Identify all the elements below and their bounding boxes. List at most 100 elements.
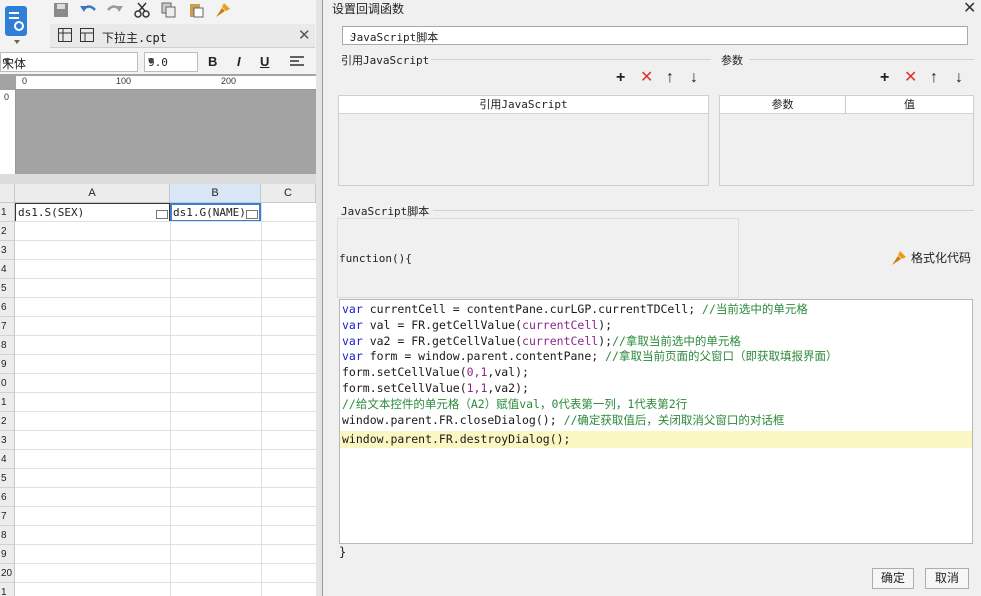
code-editor[interactable]: var currentCell = contentPane.curLGP.cur… [339,299,973,544]
corner-header[interactable] [0,184,15,203]
row-header[interactable]: 5 [0,279,15,298]
spreadsheet-grid[interactable]: A B C ds1.S(SEX) ds1.G(NAME) 12345678901… [0,184,316,596]
grid-report-icon [58,28,72,42]
table-header-value: 值 [846,96,973,114]
grid-line [15,487,316,488]
chevron-down-icon: ⌵ [350,28,357,41]
referenced-js-table[interactable]: 引用JavaScript [338,95,709,186]
row-header[interactable]: 1 [0,393,15,412]
ruler-mark: 200 [221,76,237,86]
callback-function-dialog: 设置回调函数 ✕ JavaScript脚本 ⌵ 引用JavaScript 参数 … [322,0,981,596]
grid-line [15,563,316,564]
row-header[interactable]: 1 [0,203,15,222]
grid-line [15,449,316,450]
copy-icon[interactable] [158,0,180,20]
grid-line [15,240,316,241]
format-toolbar: 宋体 ▼ 9.0 ▼ B I U [0,50,320,74]
column-header-a[interactable]: A [15,184,170,203]
row-header[interactable]: 9 [0,355,15,374]
underline-button[interactable]: U [260,54,269,69]
grid-line [15,411,316,412]
align-left-icon[interactable] [290,56,304,68]
save-icon[interactable] [50,0,72,20]
add-icon[interactable]: + [880,70,889,86]
row-header[interactable]: 1 [0,583,15,596]
code-line-4: var form = window.parent.contentPane; //… [342,349,838,363]
grid-line [15,468,316,469]
grid-line [15,316,316,317]
function-closing-brace: } [339,545,347,559]
code-line-1: var currentCell = contentPane.curLGP.cur… [342,302,808,316]
row-header[interactable]: 8 [0,526,15,545]
cut-icon[interactable] [131,0,153,20]
redo-icon[interactable] [104,0,126,20]
grid-line [15,392,316,393]
grid-line [15,335,316,336]
ruler-mark: 100 [116,76,132,86]
grid-line [170,203,171,596]
row-header[interactable]: 8 [0,336,15,355]
horizontal-ruler: 0 100 200 [16,76,316,90]
format-code-label: 格式化代码 [911,251,972,265]
delete-icon[interactable]: ✕ [904,70,917,86]
row-header[interactable]: 20 [0,564,15,583]
report-designer: 下拉主.cpt ✕ 宋体 ▼ 9.0 ▼ B I U 0 100 200 0 A… [0,0,320,596]
row-header[interactable]: 6 [0,298,15,317]
grid-line [261,203,262,596]
code-line-2: var val = FR.getCellValue(currentCell); [342,318,613,332]
bold-button[interactable]: B [208,54,217,69]
arrow-down-icon[interactable]: ↓ [690,70,698,86]
ok-button[interactable]: 确定 [872,568,914,589]
italic-button[interactable]: I [237,54,241,69]
row-header[interactable]: 3 [0,241,15,260]
main-toolbar [50,0,239,20]
table-header-referenced-js: 引用JavaScript [339,96,708,114]
cell-expand-icon [246,210,258,219]
arrow-up-icon[interactable]: ↑ [930,70,938,86]
row-header[interactable]: 2 [0,222,15,241]
row-header[interactable]: 5 [0,469,15,488]
row-header[interactable]: 6 [0,488,15,507]
row-header[interactable]: 0 [0,374,15,393]
ruler-mark: 0 [4,92,10,102]
document-tab[interactable]: 下拉主.cpt ✕ [50,24,315,48]
code-line-6: form.setCellValue(1,1,va2); [342,381,529,395]
row-header[interactable]: 4 [0,260,15,279]
cell-b1-value: ds1.G(NAME) [173,206,246,219]
script-type-select[interactable]: JavaScript脚本 ⌵ [342,26,968,45]
font-size-select[interactable]: 9.0 ▼ [144,52,198,72]
add-icon[interactable]: + [616,70,625,86]
column-header-c[interactable]: C [261,184,316,203]
grid-line [15,525,316,526]
code-line-3: var va2 = FR.getCellValue(currentCell);/… [342,334,741,348]
arrow-up-icon[interactable]: ↑ [666,70,674,86]
font-family-select[interactable]: 宋体 ▼ [0,52,138,72]
row-header[interactable]: 4 [0,450,15,469]
js-script-section-label: JavaScript脚本 [339,203,432,219]
grid-line [15,221,316,222]
row-header[interactable]: 3 [0,431,15,450]
format-painter-icon[interactable] [212,0,234,20]
row-header[interactable]: 7 [0,317,15,336]
format-code-button[interactable]: 格式化代码 [891,249,971,266]
arrow-down-icon[interactable]: ↓ [955,70,963,86]
grid-line [15,297,316,298]
report-file-icon [80,28,94,42]
row-header[interactable]: 7 [0,507,15,526]
close-tab-icon[interactable]: ✕ [298,26,311,44]
undo-icon[interactable] [77,0,99,20]
section-divider [433,210,974,211]
delete-icon[interactable]: ✕ [640,70,653,86]
params-table[interactable]: 参数 值 [719,95,974,186]
paste-icon[interactable] [185,0,207,20]
column-header-b[interactable]: B [170,184,261,203]
close-icon[interactable]: ✕ [963,0,976,18]
grid-line [15,544,316,545]
vertical-ruler: 0 [0,90,16,174]
code-line-7: //给文本控件的单元格（A2）赋值val，0代表第一列，1代表第2行 [342,397,688,411]
cancel-button[interactable]: 取消 [925,568,969,589]
row-header[interactable]: 9 [0,545,15,564]
row-header[interactable]: 2 [0,412,15,431]
chevron-down-icon: ▼ [148,56,155,67]
grid-line [15,506,316,507]
